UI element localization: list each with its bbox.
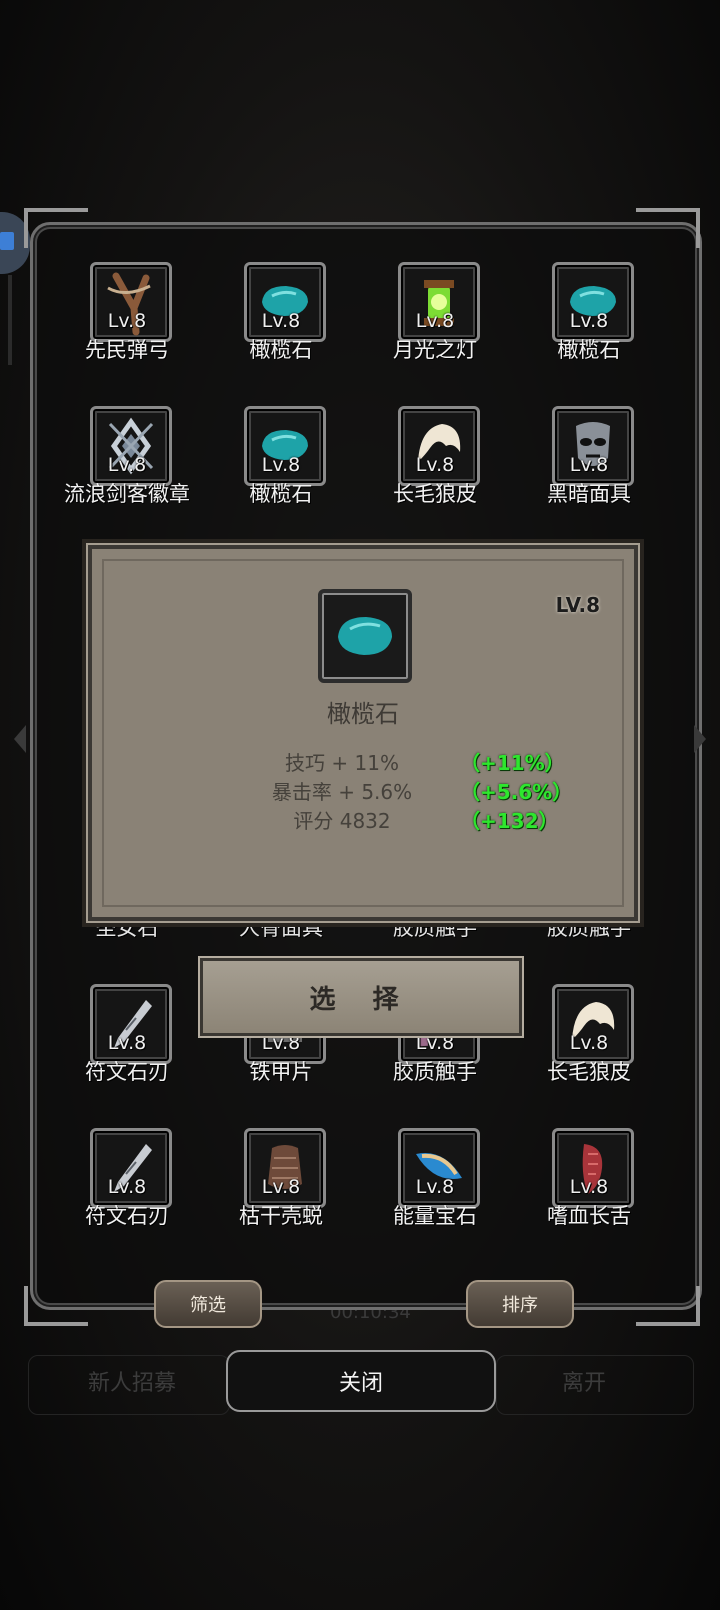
- inventory-item[interactable]: Lv.8 橄榄石: [206, 262, 356, 372]
- panel-corner-ornament: [636, 208, 700, 248]
- item-level: Lv.8: [415, 310, 455, 332]
- item-name: 橄榄石: [557, 338, 621, 362]
- inventory-item[interactable]: Lv.8 流浪剑客徽章: [52, 406, 202, 516]
- item-name: 嗜血长舌: [547, 1204, 631, 1228]
- inventory-item[interactable]: Lv.8 枯干壳蜕: [206, 1128, 356, 1238]
- item-level: Lv.8: [569, 310, 609, 332]
- inventory-item[interactable]: Lv.8 长毛狼皮: [514, 984, 664, 1094]
- panel-corner-ornament: [24, 1286, 88, 1326]
- stat-bonus: （+5.6%）: [460, 780, 573, 804]
- inventory-item[interactable]: Lv.8 橄榄石: [514, 262, 664, 372]
- bg-recruit-label: 新人招募: [88, 1371, 177, 1396]
- inventory-item[interactable]: Lv.8 能量宝石: [360, 1128, 510, 1238]
- inventory-item[interactable]: Lv.8 橄榄石: [206, 406, 356, 516]
- stat-label: 暴击率 + 5.6%: [271, 780, 413, 804]
- inventory-item[interactable]: Lv.8 符文石刃: [52, 984, 202, 1094]
- inventory-item[interactable]: Lv.8 长毛狼皮: [360, 406, 510, 516]
- item-level: Lv.8: [261, 310, 301, 332]
- bg-leave-label: 离开: [562, 1371, 607, 1396]
- side-divider: [8, 275, 12, 365]
- item-name: 长毛狼皮: [547, 1060, 631, 1084]
- bookmark-icon: [0, 232, 14, 250]
- sort-button[interactable]: 排序: [466, 1280, 574, 1328]
- stat-label: 评分 4832: [293, 809, 391, 833]
- item-level: Lv.8: [261, 454, 301, 476]
- panel-corner-ornament: [636, 1286, 700, 1326]
- item-name: 黑暗面具: [547, 482, 631, 506]
- next-page-arrow-icon[interactable]: [694, 725, 706, 753]
- filter-button[interactable]: 筛选: [154, 1280, 262, 1328]
- item-level: Lv.8: [569, 1176, 609, 1198]
- inventory-item[interactable]: Lv.8 符文石刃: [52, 1128, 202, 1238]
- panel-corner-ornament: [24, 208, 88, 248]
- stat-label: 技巧 + 11%: [285, 751, 399, 775]
- inventory-item[interactable]: Lv.8 先民弹弓: [52, 262, 202, 372]
- item-level: Lv.8: [415, 1176, 455, 1198]
- inventory-item[interactable]: Lv.8 黑暗面具: [514, 406, 664, 516]
- stat-bonus: （+11%）: [460, 751, 565, 775]
- item-level: Lv.8: [107, 454, 147, 476]
- item-level: Lv.8: [107, 1176, 147, 1198]
- item-level: Lv.8: [569, 454, 609, 476]
- item-detail-popup: LV.8 橄榄石 技巧 + 11% （+11%） 暴击率 + 5.6% （+5.…: [88, 545, 638, 921]
- popup-item-frame: [318, 589, 412, 683]
- stat-bonus: （+132）: [460, 809, 559, 833]
- inventory-item[interactable]: Lv.8 嗜血长舌: [514, 1128, 664, 1238]
- popup-level: LV.8: [555, 593, 600, 617]
- prev-page-arrow-icon[interactable]: [14, 725, 26, 753]
- item-level: Lv.8: [415, 454, 455, 476]
- inventory-item[interactable]: Lv.8 月光之灯: [360, 262, 510, 372]
- olivine-gem-icon: [338, 617, 392, 655]
- item-level: Lv.8: [569, 1032, 609, 1054]
- popup-item-name: 橄榄石: [327, 700, 399, 728]
- close-button[interactable]: 关闭: [226, 1350, 496, 1412]
- item-level: Lv.8: [107, 1032, 147, 1054]
- item-level: Lv.8: [261, 1176, 301, 1198]
- item-level: Lv.8: [107, 310, 147, 332]
- select-button[interactable]: 选 择: [200, 958, 522, 1036]
